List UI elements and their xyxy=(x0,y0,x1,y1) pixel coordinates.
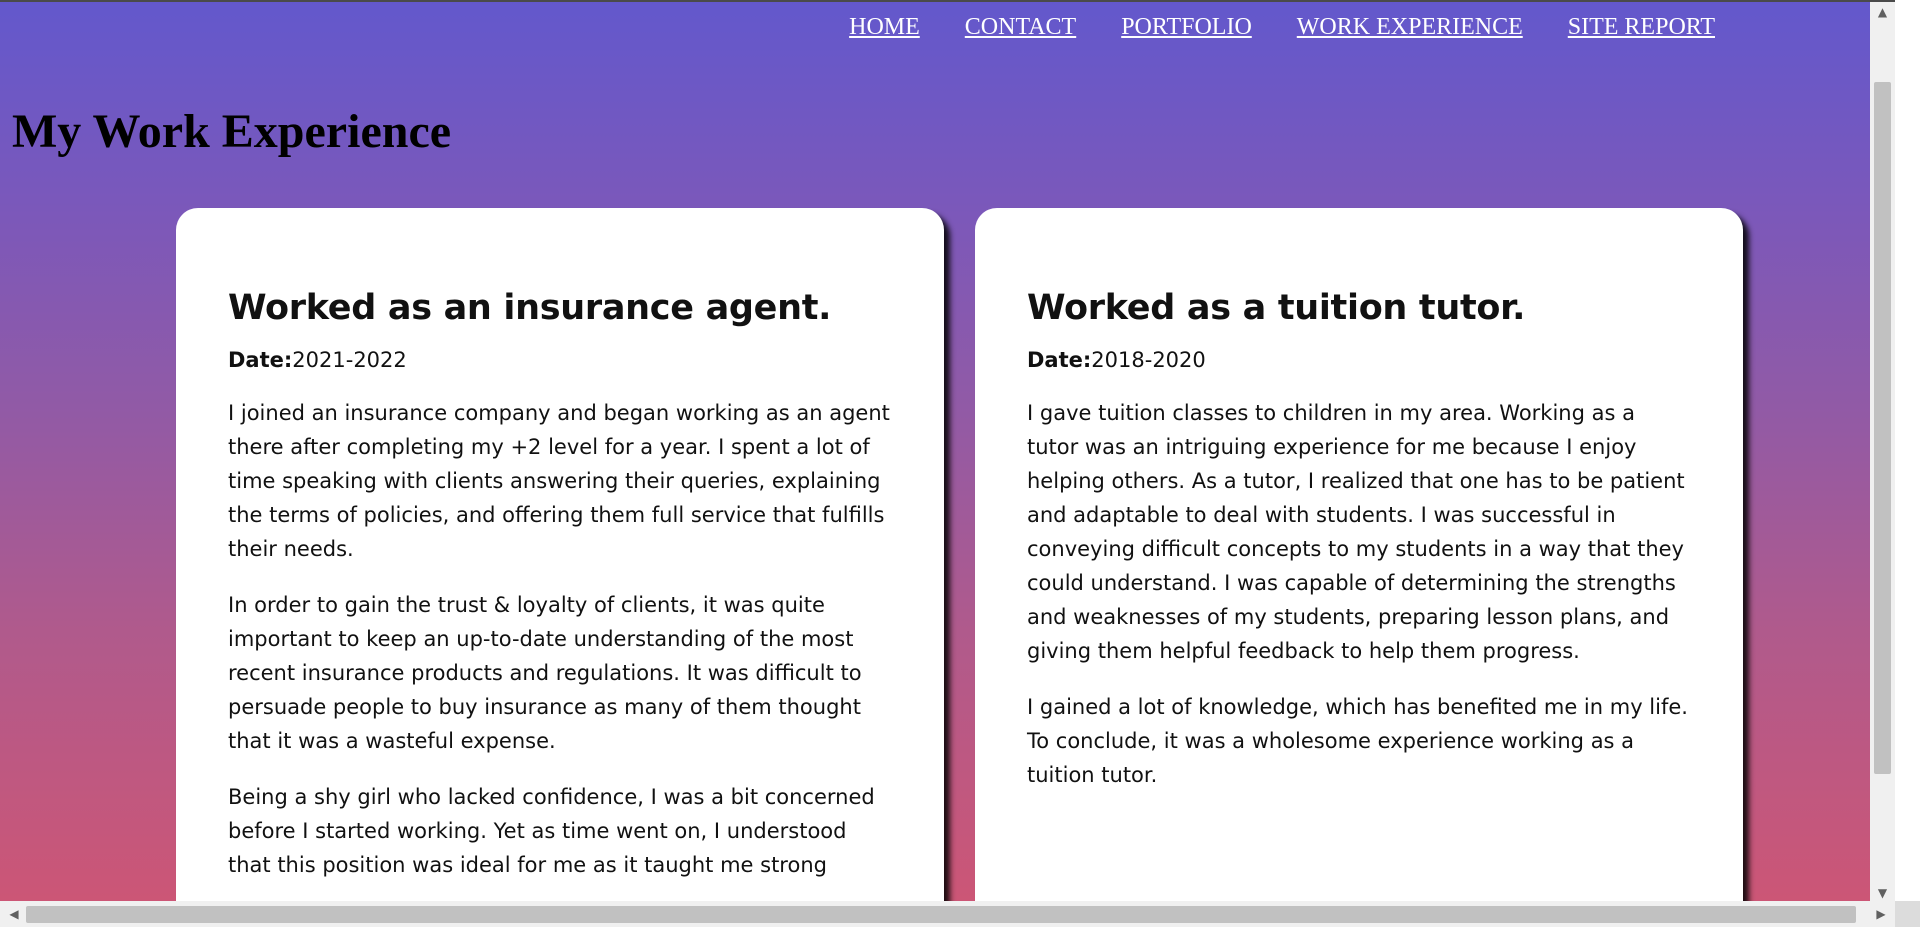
nav-link-home[interactable]: HOME xyxy=(849,14,920,41)
date-value: 2021-2022 xyxy=(292,348,407,372)
card-title: Worked as an insurance agent. xyxy=(228,288,832,328)
card-date: Date:2018-2020 xyxy=(1027,348,1691,372)
card-paragraph: I gained a lot of knowledge, which has b… xyxy=(1027,695,1688,787)
vertical-scrollbar[interactable]: ▲ ▼ xyxy=(1870,2,1895,901)
card-date: Date:2021-2022 xyxy=(228,348,892,372)
date-label: Date: xyxy=(228,348,293,372)
card-paragraph: In order to gain the trust & loyalty of … xyxy=(228,593,862,753)
horizontal-scrollbar[interactable]: ◀ ▶ xyxy=(0,901,1895,927)
chevron-up-icon[interactable]: ▲ xyxy=(1870,2,1895,22)
main-nav: HOME CONTACT PORTFOLIO WORK EXPERIENCE S… xyxy=(849,14,1715,41)
nav-link-contact[interactable]: CONTACT xyxy=(965,14,1076,41)
date-value: 2018-2020 xyxy=(1091,348,1206,372)
date-label: Date: xyxy=(1027,348,1092,372)
card-paragraph: I gave tuition classes to children in my… xyxy=(1027,401,1685,663)
chevron-down-icon[interactable]: ▼ xyxy=(1870,883,1895,901)
card-paragraph: Being a shy girl who lacked confidence, … xyxy=(228,785,875,877)
card-paragraph: I joined an insurance company and began … xyxy=(228,401,890,561)
card-title: Worked as a tuition tutor. xyxy=(1027,288,1526,328)
nav-link-site-report[interactable]: SITE REPORT xyxy=(1568,14,1715,41)
chevron-left-icon[interactable]: ◀ xyxy=(4,901,24,927)
scrollbar-corner xyxy=(1895,901,1920,927)
page-title: My Work Experience xyxy=(12,105,452,158)
experience-card-insurance: Worked as an insurance agent. Date:2021-… xyxy=(176,208,944,901)
nav-link-work-experience[interactable]: WORK EXPERIENCE xyxy=(1297,14,1523,41)
page-viewport: HOME CONTACT PORTFOLIO WORK EXPERIENCE S… xyxy=(0,0,1895,901)
experience-card-tutor: Worked as a tuition tutor. Date:2018-202… xyxy=(975,208,1743,901)
horizontal-scroll-thumb[interactable] xyxy=(26,906,1856,923)
vertical-scroll-thumb[interactable] xyxy=(1874,82,1891,774)
chevron-right-icon[interactable]: ▶ xyxy=(1871,901,1891,927)
nav-link-portfolio[interactable]: PORTFOLIO xyxy=(1121,14,1252,41)
